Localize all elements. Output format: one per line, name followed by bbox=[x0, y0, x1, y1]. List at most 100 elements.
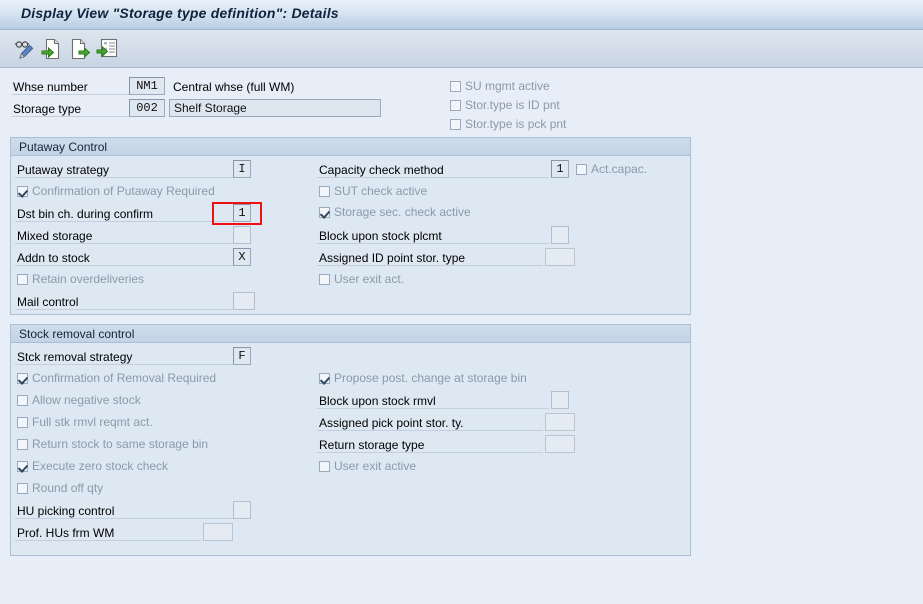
details-icon[interactable] bbox=[96, 37, 120, 61]
prof-hus-frm-wm-input[interactable] bbox=[203, 523, 233, 541]
checkbox-label: Storage sec. check active bbox=[334, 205, 471, 219]
return-storage-type-label: Return storage type bbox=[319, 438, 424, 452]
checkbox-box bbox=[17, 417, 28, 428]
hu-picking-control-input[interactable] bbox=[233, 501, 251, 519]
prof-hus-frm-wm-label: Prof. HUs frm WM bbox=[17, 526, 114, 540]
checkbox-label: Act.capac. bbox=[591, 162, 647, 176]
checkbox-act-capac[interactable]: Act.capac. bbox=[576, 162, 647, 176]
checkbox-box bbox=[17, 483, 28, 494]
checkbox-label: Stor.type is pck pnt bbox=[465, 117, 566, 131]
display-change-icon[interactable] bbox=[12, 37, 36, 61]
putaway-control-body: Putaway strategy Confirmation of Putaway… bbox=[11, 157, 690, 314]
assigned-id-point-stor-type-input[interactable] bbox=[545, 248, 575, 266]
checkbox-box bbox=[450, 119, 461, 130]
checkbox-box bbox=[450, 81, 461, 92]
checkbox-su-mgmt-active[interactable]: SU mgmt active bbox=[450, 79, 550, 93]
stck-removal-strategy-label: Stck removal strategy bbox=[17, 350, 132, 364]
assigned-pick-point-stor-ty-input[interactable] bbox=[545, 413, 575, 431]
checkbox-retain-overdeliveries[interactable]: Retain overdeliveries bbox=[17, 272, 144, 286]
checkbox-box bbox=[319, 461, 330, 472]
storage-type-input[interactable] bbox=[129, 99, 165, 117]
storage-type-label: Storage type bbox=[13, 102, 81, 116]
stock-removal-control-header: Stock removal control bbox=[11, 325, 690, 343]
capacity-check-method-input[interactable] bbox=[551, 160, 569, 178]
checkbox-box bbox=[319, 207, 330, 218]
checkbox-stor-type-is-pck-pnt[interactable]: Stor.type is pck pnt bbox=[450, 117, 566, 131]
checkbox-label: SU mgmt active bbox=[465, 79, 550, 93]
checkbox-label: Execute zero stock check bbox=[32, 459, 168, 473]
window-titlebar: Display View "Storage type definition": … bbox=[0, 0, 923, 30]
checkbox-label: User exit active bbox=[334, 459, 416, 473]
checkbox-label: Allow negative stock bbox=[32, 393, 141, 407]
stock-removal-control-title: Stock removal control bbox=[19, 327, 134, 341]
checkbox-label: Confirmation of Putaway Required bbox=[32, 184, 215, 198]
checkbox-box bbox=[576, 164, 587, 175]
new-entries-icon[interactable] bbox=[68, 37, 92, 61]
checkbox-allow-negative-stock[interactable]: Allow negative stock bbox=[17, 393, 141, 407]
page-title: Display View "Storage type definition": … bbox=[21, 5, 339, 21]
stck-removal-strategy-input[interactable] bbox=[233, 347, 251, 365]
checkbox-label: Retain overdeliveries bbox=[32, 272, 144, 286]
copy-icon[interactable] bbox=[40, 37, 64, 61]
checkbox-confirmation-of-removal-required[interactable]: Confirmation of Removal Required bbox=[17, 371, 216, 385]
block-upon-stock-plcmt-input[interactable] bbox=[551, 226, 569, 244]
checkbox-propose-post-change-at-storage-bin[interactable]: Propose post. change at storage bin bbox=[319, 371, 527, 385]
checkbox-user-exit-active[interactable]: User exit active bbox=[319, 459, 416, 473]
addn-to-stock-label: Addn to stock bbox=[17, 251, 90, 265]
checkbox-box bbox=[17, 461, 28, 472]
addn-to-stock-input[interactable] bbox=[233, 248, 251, 266]
assigned-id-point-stor-type-label: Assigned ID point stor. type bbox=[319, 251, 465, 265]
whse-number-input[interactable] bbox=[129, 77, 165, 95]
mixed-storage-label: Mixed storage bbox=[17, 229, 92, 243]
checkbox-execute-zero-stock-check[interactable]: Execute zero stock check bbox=[17, 459, 168, 473]
mixed-storage-input[interactable] bbox=[233, 226, 251, 244]
header-fields: Whse number Central whse (full WM) Stora… bbox=[0, 69, 923, 135]
block-upon-stock-rmvl-label: Block upon stock rmvl bbox=[319, 394, 436, 408]
checkbox-storage-sec-check-active[interactable]: Storage sec. check active bbox=[319, 205, 471, 219]
putaway-control-title: Putaway Control bbox=[19, 140, 107, 154]
checkbox-box bbox=[17, 274, 28, 285]
stock-removal-control-body: Stck removal strategy Confirmation of Re… bbox=[11, 344, 690, 555]
checkbox-stor-type-is-id-pnt[interactable]: Stor.type is ID pnt bbox=[450, 98, 560, 112]
whse-number-label: Whse number bbox=[13, 80, 88, 94]
checkbox-return-stock-to-same-storage-bin[interactable]: Return stock to same storage bin bbox=[17, 437, 208, 451]
return-storage-type-input[interactable] bbox=[545, 435, 575, 453]
checkbox-label: Stor.type is ID pnt bbox=[465, 98, 560, 112]
checkbox-box bbox=[17, 373, 28, 384]
hu-picking-control-label: HU picking control bbox=[17, 504, 114, 518]
application-toolbar bbox=[0, 30, 923, 68]
checkbox-box bbox=[319, 373, 330, 384]
putaway-strategy-label: Putaway strategy bbox=[17, 163, 109, 177]
checkbox-box bbox=[319, 274, 330, 285]
screen-canvas: Whse number Central whse (full WM) Stora… bbox=[0, 69, 923, 604]
checkbox-box bbox=[17, 395, 28, 406]
dst-bin-change-during-confirm-label: Dst bin ch. during confirm bbox=[17, 207, 153, 221]
block-upon-stock-rmvl-input[interactable] bbox=[551, 391, 569, 409]
checkbox-full-stk-rmvl-reqmt-act[interactable]: Full stk rmvl reqmt act. bbox=[17, 415, 153, 429]
mail-control-label: Mail control bbox=[17, 295, 78, 309]
checkbox-box bbox=[450, 100, 461, 111]
checkbox-label: Full stk rmvl reqmt act. bbox=[32, 415, 153, 429]
checkbox-label: SUT check active bbox=[334, 184, 427, 198]
storage-type-description-input[interactable] bbox=[169, 99, 381, 117]
whse-description: Central whse (full WM) bbox=[173, 80, 294, 94]
checkbox-sut-check-active[interactable]: SUT check active bbox=[319, 184, 427, 198]
checkbox-round-off-qty[interactable]: Round off qty bbox=[17, 481, 103, 495]
checkbox-label: User exit act. bbox=[334, 272, 404, 286]
putaway-strategy-input[interactable] bbox=[233, 160, 251, 178]
putaway-control-header: Putaway Control bbox=[11, 138, 690, 156]
block-upon-stock-plcmt-label: Block upon stock plcmt bbox=[319, 229, 442, 243]
checkbox-label: Propose post. change at storage bin bbox=[334, 371, 527, 385]
stock-removal-control-group: Stock removal control Stck removal strat… bbox=[10, 324, 691, 556]
assigned-pick-point-stor-ty-label: Assigned pick point stor. ty. bbox=[319, 416, 464, 430]
checkbox-label: Round off qty bbox=[32, 481, 103, 495]
capacity-check-method-label: Capacity check method bbox=[319, 163, 444, 177]
checkbox-label: Confirmation of Removal Required bbox=[32, 371, 216, 385]
checkbox-box bbox=[17, 439, 28, 450]
dst-bin-change-during-confirm-input[interactable] bbox=[233, 204, 251, 222]
checkbox-label: Return stock to same storage bin bbox=[32, 437, 208, 451]
checkbox-user-exit-act[interactable]: User exit act. bbox=[319, 272, 404, 286]
mail-control-input[interactable] bbox=[233, 292, 255, 310]
checkbox-confirmation-of-putaway-required[interactable]: Confirmation of Putaway Required bbox=[17, 184, 215, 198]
sap-gui-window: Display View "Storage type definition": … bbox=[0, 0, 923, 604]
